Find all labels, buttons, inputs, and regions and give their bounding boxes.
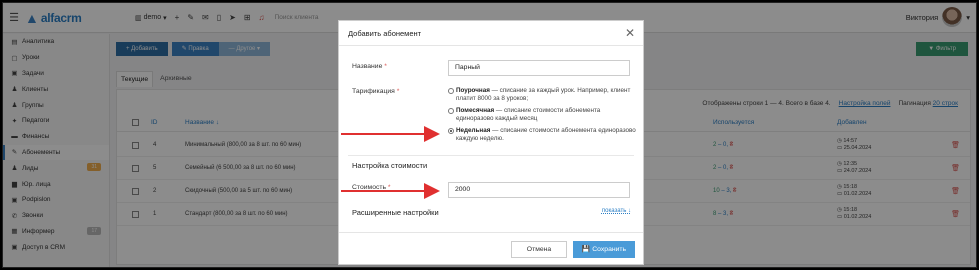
divider [348,155,634,156]
close-icon[interactable]: ✕ [625,26,635,40]
show-advanced-link[interactable]: показать ↓ [602,208,631,214]
radio-button[interactable] [448,128,454,134]
advanced-section-title: Расширенные настройки [352,208,439,217]
cost-input[interactable]: 2000 [448,182,630,198]
tariff-option[interactable]: Поурочная — списание за каждый урок. Нап… [448,87,638,103]
tariff-options: Поурочная — списание за каждый урок. Нап… [448,87,638,147]
cancel-button[interactable]: Отмена [511,241,567,258]
tariff-label: Тарификация * [352,88,400,95]
dialog-header: Добавить абонемент [339,21,643,46]
radio-button[interactable] [448,88,454,94]
radio-button[interactable] [448,108,454,114]
save-button[interactable]: 💾 Сохранить [573,241,635,258]
name-input[interactable]: Парный [448,60,630,76]
dialog-footer: Отмена 💾 Сохранить [339,232,643,264]
app-window: ☰ ▲ alfacrm ▥ demo ▾ + ✎ ✉ ▯ ➤ ⊞ ♫ Поиск… [2,2,977,268]
add-subscription-dialog: Добавить абонемент ✕ Название * Парный Т… [338,20,644,265]
tariff-option[interactable]: Помесячная — списание стоимости абонемен… [448,107,638,123]
cost-label: Стоимость * [352,184,391,191]
name-label: Название * [352,63,387,70]
cost-section-title: Настройка стоимости [352,161,428,170]
dialog-title: Добавить абонемент [348,28,422,38]
tariff-option[interactable]: Недельная — списание стоимости абонемент… [448,127,638,143]
